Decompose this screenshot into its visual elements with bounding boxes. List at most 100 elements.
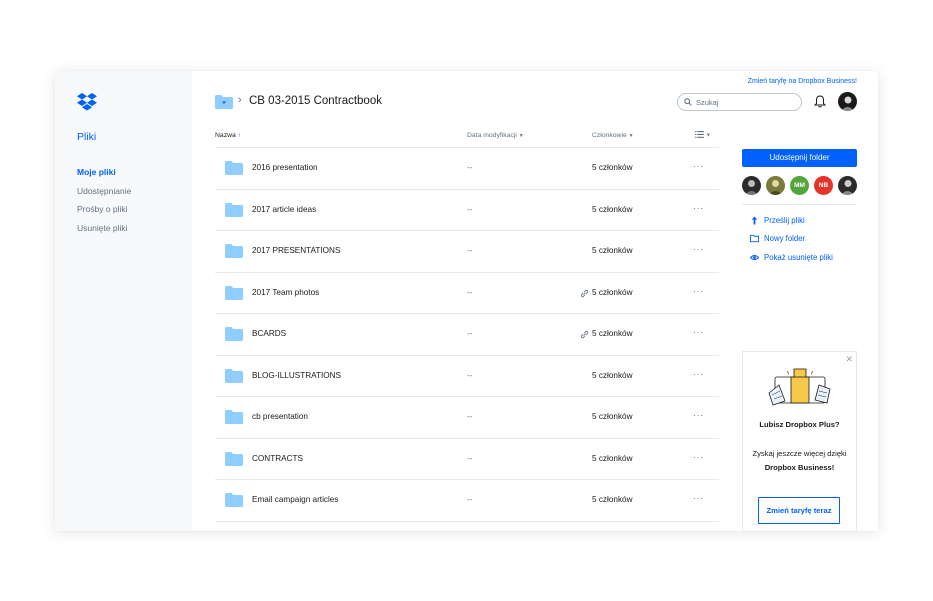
folder-icon (225, 244, 243, 258)
more-options-button[interactable]: ··· (693, 203, 704, 213)
member-avatar[interactable]: NB (814, 176, 833, 195)
folder-icon (225, 451, 243, 466)
sidebar-item-my-files[interactable]: Moje pliki (77, 166, 131, 185)
more-options-button[interactable]: ··· (693, 410, 704, 420)
file-date: -- (467, 163, 473, 172)
file-members: 5 członków (592, 412, 633, 421)
view-options-button[interactable]: ▼ (695, 131, 711, 138)
folder-icon (225, 368, 243, 383)
member-avatar[interactable] (838, 176, 857, 195)
promo-title: Lubisz Dropbox Plus? (759, 420, 840, 429)
eye-icon (750, 254, 759, 260)
file-members: 5 członków (592, 204, 633, 214)
dropbox-window: Pliki Moje pliki Udostępnianie Prośby o … (55, 71, 878, 531)
share-folder-button[interactable]: Udostępnij folder (742, 149, 857, 167)
more-options-button[interactable]: ··· (693, 286, 704, 296)
link-icon (580, 289, 589, 297)
table-row[interactable]: Email campaign articles -- 5 członków ··… (215, 480, 719, 522)
shared-folder-icon[interactable] (215, 95, 233, 109)
file-date: -- (467, 329, 473, 338)
link-icon (580, 330, 589, 339)
list-view-icon (695, 131, 704, 138)
sidebar-item-file-requests[interactable]: Prośby o pliki (77, 203, 131, 222)
user-avatar[interactable] (838, 92, 857, 111)
column-header-name[interactable]: Nazwa ↑ (215, 132, 241, 139)
member-avatars: MM NB (742, 176, 857, 195)
table-row[interactable]: 2017 PRESENTATIONS -- 5 członków ··· (215, 231, 719, 273)
upgrade-now-button[interactable]: Zmień taryfę teraz (758, 497, 840, 524)
file-name[interactable]: CONTRACTS (252, 454, 303, 463)
file-date: -- (467, 412, 473, 421)
sidebar-item-sharing[interactable]: Udostępnianie (77, 185, 131, 204)
folder-icon (225, 202, 243, 217)
sort-arrow-up-icon: ↑ (237, 133, 241, 139)
file-name[interactable]: BLOG-ILLUSTRATIONS (252, 371, 341, 380)
file-members: 5 członków (592, 163, 633, 172)
search-input[interactable] (696, 97, 786, 107)
file-date: -- (467, 453, 473, 463)
show-deleted-files-action[interactable]: Pokaż usunięte pliki (750, 248, 833, 267)
more-options-button[interactable]: ··· (693, 327, 704, 337)
table-row[interactable]: BCARDS -- 5 członków ··· (215, 314, 719, 356)
caret-down-icon: ▼ (628, 133, 634, 139)
file-members: 5 członków (592, 370, 633, 380)
breadcrumb-chevron-icon: › (238, 94, 242, 106)
promo-text: Zyskaj jeszcze więcej dzięki Dropbox Bus… (752, 449, 847, 472)
folder-icon (225, 161, 243, 175)
table-row[interactable]: 2017 article ideas -- 5 członków ··· (215, 190, 719, 231)
folder-icon (225, 410, 243, 424)
file-name[interactable]: 2016 presentation (252, 163, 318, 172)
caret-down-icon: ▼ (518, 133, 524, 139)
dropbox-logo-icon[interactable] (77, 93, 97, 111)
sidebar: Pliki Moje pliki Udostępnianie Prośby o … (55, 71, 192, 531)
file-members: 5 członków (592, 287, 633, 297)
sidebar-title[interactable]: Pliki (77, 131, 96, 143)
file-name[interactable]: Email campaign articles (252, 495, 338, 504)
upload-icon (751, 216, 758, 225)
more-options-button[interactable]: ··· (693, 161, 704, 171)
member-avatar[interactable]: MM (790, 176, 809, 195)
notification-bell-icon[interactable] (814, 95, 826, 108)
member-avatar[interactable] (742, 176, 761, 195)
more-options-button[interactable]: ··· (693, 493, 704, 503)
table-row[interactable]: 2016 presentation -- 5 członków ··· (215, 148, 719, 190)
file-date: -- (467, 370, 473, 380)
upgrade-link[interactable]: Zmień taryfę na Dropbox Business! (748, 78, 857, 85)
upgrade-promo-card: ✕ Lubisz Dropbox Plus? Zyskaj jeszcze wi… (742, 351, 857, 531)
upload-files-action[interactable]: Prześlij pliki (750, 211, 833, 230)
column-header-date[interactable]: Data modyfikacji ▼ (467, 132, 524, 139)
file-date: -- (467, 246, 473, 255)
new-folder-action[interactable]: Nowy folder (750, 230, 833, 249)
member-avatar[interactable] (766, 176, 785, 195)
more-options-button[interactable]: ··· (693, 244, 704, 254)
more-options-button[interactable]: ··· (693, 369, 704, 379)
table-row[interactable]: 2017 Team photos -- 5 członków ··· (215, 273, 719, 314)
file-name[interactable]: 2017 article ideas (252, 205, 316, 214)
table-row[interactable]: BLOG-ILLUSTRATIONS -- 5 członków ··· (215, 356, 719, 397)
search-box[interactable] (677, 93, 802, 111)
table-header: Nazwa ↑ Data modyfikacji ▼ Członkowie ▼ … (215, 129, 719, 148)
file-table: Nazwa ↑ Data modyfikacji ▼ Członkowie ▼ … (215, 129, 719, 522)
sidebar-nav: Moje pliki Udostępnianie Prośby o pliki … (77, 166, 131, 240)
file-name[interactable]: BCARDS (252, 329, 286, 338)
column-header-members[interactable]: Członkowie ▼ (592, 132, 634, 139)
table-row[interactable]: cb presentation -- 5 członków ··· (215, 397, 719, 439)
file-name[interactable]: cb presentation (252, 412, 308, 421)
file-members: 5 członków (592, 453, 633, 463)
table-row[interactable]: CONTRACTS -- 5 członków ··· (215, 439, 719, 480)
file-members: 5 członków (592, 329, 633, 338)
file-date: -- (467, 204, 473, 214)
caret-down-icon: ▼ (705, 132, 711, 139)
more-options-button[interactable]: ··· (693, 452, 704, 462)
page-title: CB 03-2015 Contractbook (249, 95, 382, 107)
file-name[interactable]: 2017 PRESENTATIONS (252, 246, 340, 255)
folder-icon (225, 493, 243, 507)
close-icon[interactable]: ✕ (845, 354, 853, 365)
folder-icon (225, 285, 243, 300)
search-icon (684, 98, 692, 106)
file-members: 5 członków (592, 246, 633, 255)
new-folder-icon (750, 235, 759, 243)
sidebar-item-deleted-files[interactable]: Usunięte pliki (77, 222, 131, 241)
file-name[interactable]: 2017 Team photos (252, 288, 319, 297)
divider (742, 204, 857, 205)
